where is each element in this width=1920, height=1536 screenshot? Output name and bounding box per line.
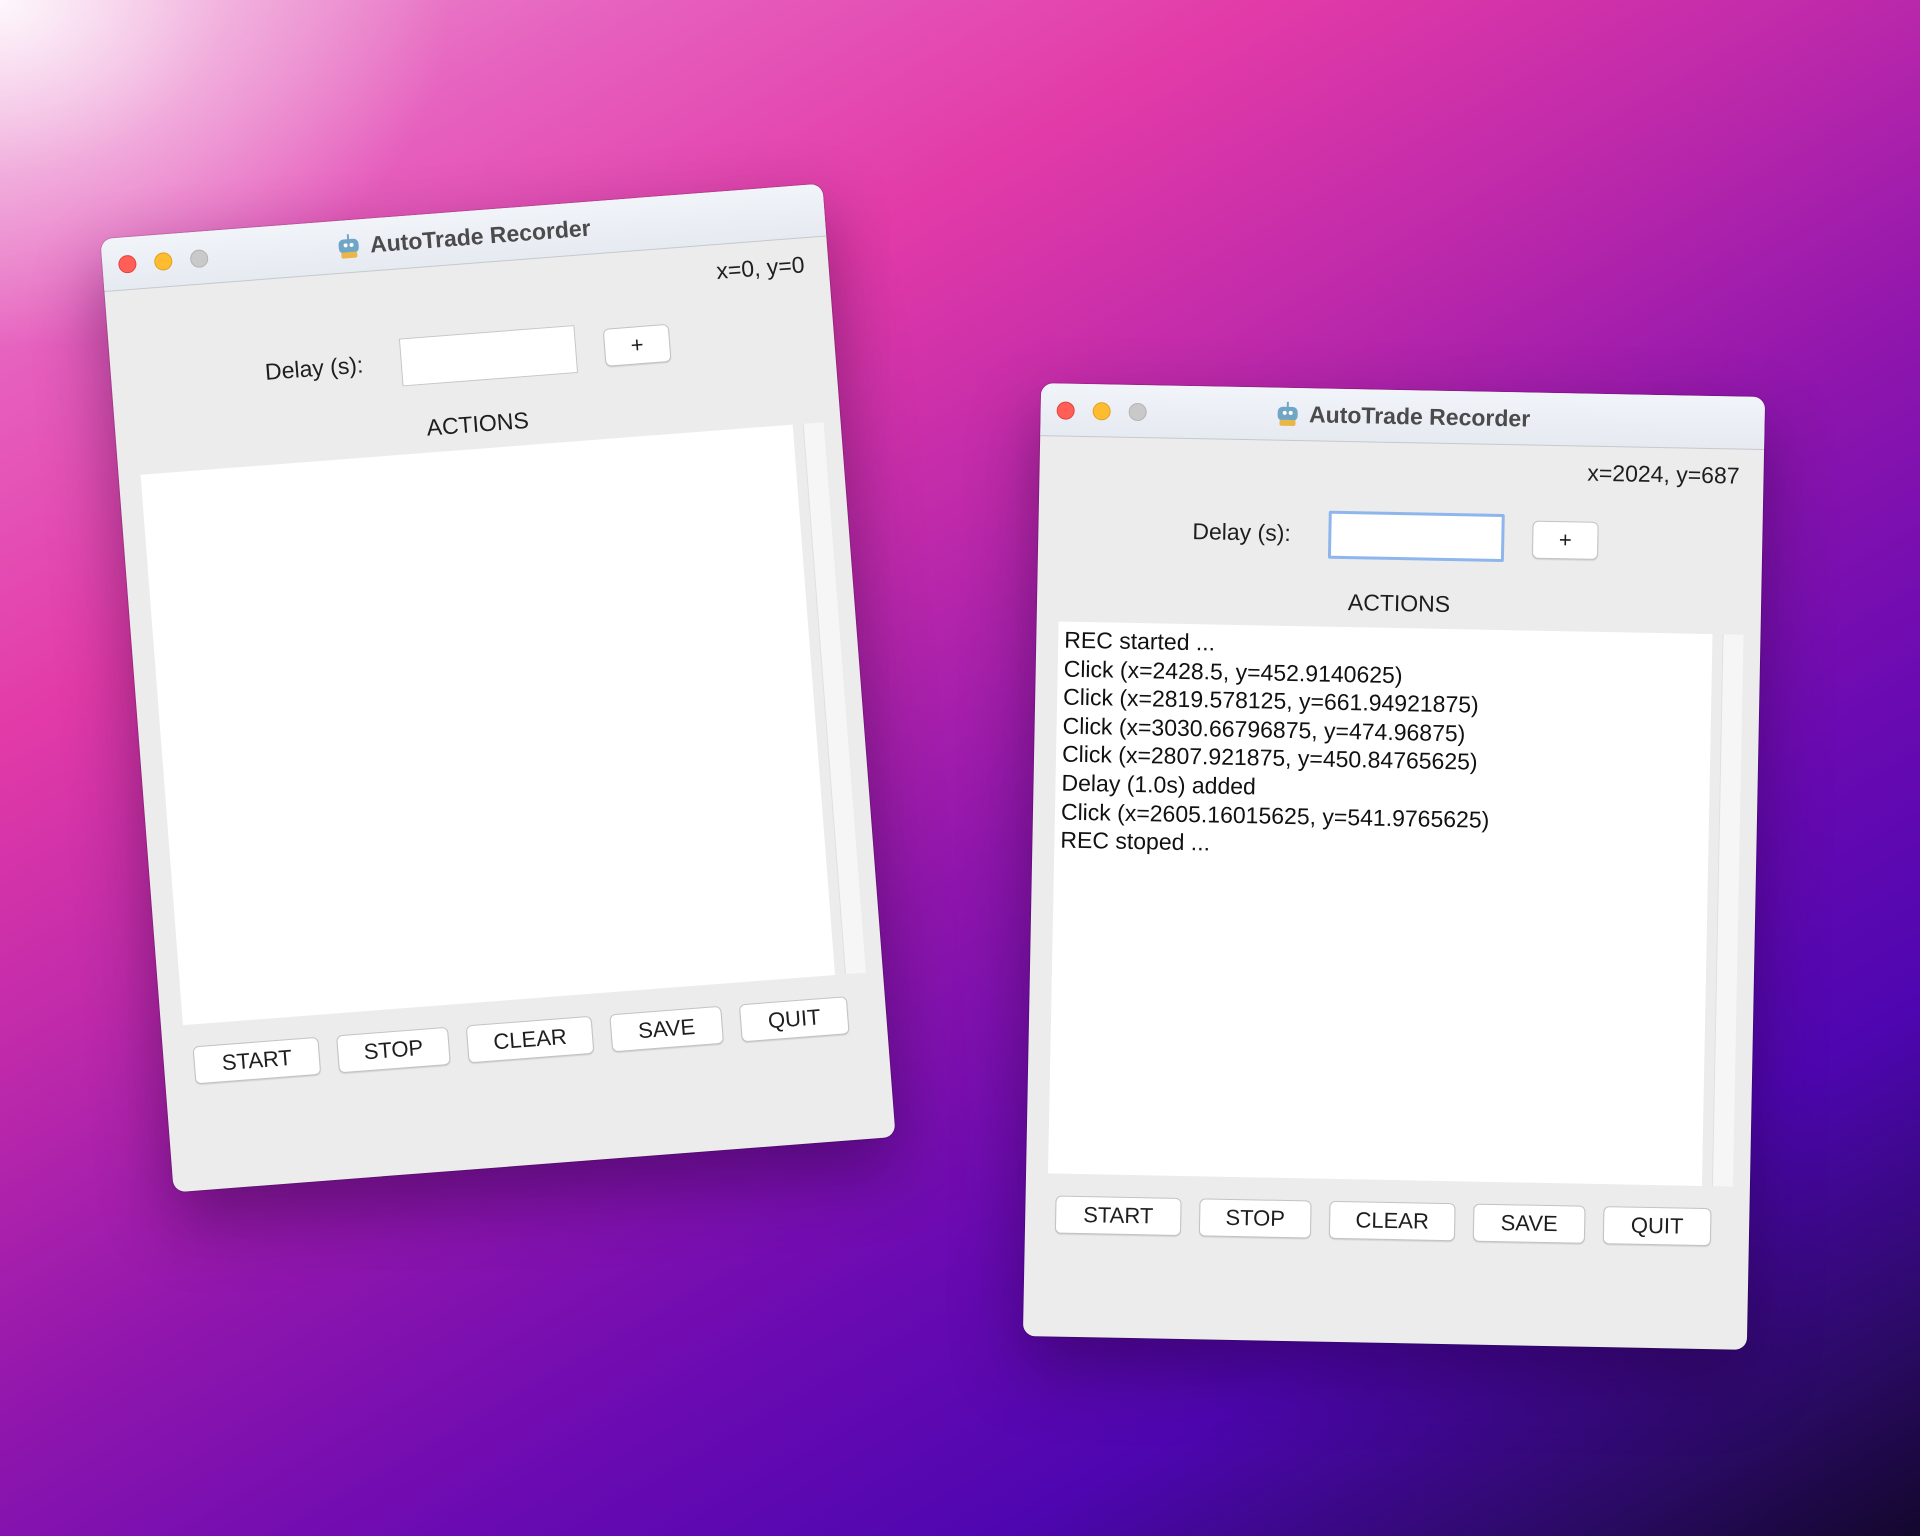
actions-log[interactable]: REC started ... Click (x=2428.5, y=452.9…	[1048, 621, 1713, 1186]
start-button[interactable]: START	[1054, 1195, 1182, 1236]
start-button[interactable]: START	[192, 1036, 322, 1085]
save-button[interactable]: SAVE	[609, 1005, 724, 1053]
robot-icon	[1275, 401, 1301, 427]
quit-button[interactable]: QUIT	[738, 996, 850, 1043]
recorder-window-idle: AutoTrade Recorder x=0, y=0 Delay (s): +…	[100, 183, 896, 1193]
add-delay-button[interactable]: +	[602, 323, 672, 367]
window-title-text: AutoTrade Recorder	[369, 214, 592, 257]
actions-heading: ACTIONS	[1347, 589, 1451, 618]
delay-input[interactable]	[1327, 510, 1505, 563]
window-title-text: AutoTrade Recorder	[1308, 400, 1531, 432]
actions-scrollbar[interactable]	[1711, 634, 1744, 1187]
quit-button[interactable]: QUIT	[1602, 1206, 1712, 1247]
coordinates-readout: x=0, y=0	[715, 251, 806, 284]
save-button[interactable]: SAVE	[1472, 1203, 1586, 1244]
recorder-window-recorded: AutoTrade Recorder x=2024, y=687 Delay (…	[1022, 383, 1766, 1350]
stop-button[interactable]: STOP	[336, 1026, 451, 1074]
delay-label: Delay (s):	[264, 351, 365, 385]
delay-input[interactable]	[398, 325, 579, 387]
delay-label: Delay (s):	[1192, 518, 1292, 546]
coordinates-readout: x=2024, y=687	[1587, 459, 1740, 489]
robot-icon	[335, 232, 363, 260]
stop-button[interactable]: STOP	[1198, 1198, 1312, 1239]
add-delay-button[interactable]: +	[1531, 520, 1599, 560]
control-buttons: START STOP CLEAR SAVE QUIT	[1054, 1195, 1712, 1247]
clear-button[interactable]: CLEAR	[1328, 1200, 1456, 1242]
clear-button[interactable]: CLEAR	[465, 1015, 595, 1064]
title-bar[interactable]: AutoTrade Recorder	[1040, 383, 1766, 451]
actions-log[interactable]	[140, 424, 836, 1026]
window-title: AutoTrade Recorder	[1040, 383, 1765, 449]
